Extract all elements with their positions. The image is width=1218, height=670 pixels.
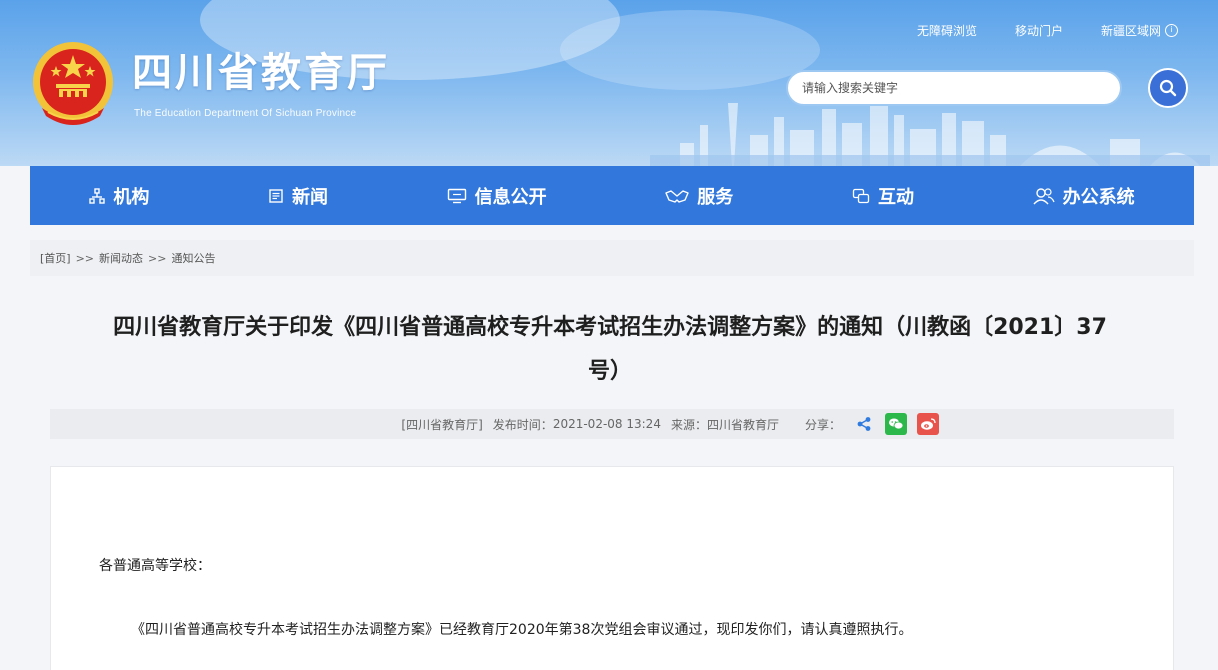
article-salutation: 各普通高等学校： <box>99 558 211 574</box>
top-links: 无障碍浏览 移动门户 新疆区域网 i <box>917 22 1178 39</box>
info-circle-icon: i <box>1165 24 1178 37</box>
meta-publish-time: 2021-02-08 13:24 <box>552 417 661 431</box>
breadcrumb-news[interactable]: 新闻动态 <box>99 250 143 266</box>
nav-item-label: 机构 <box>113 186 150 208</box>
meta-origin: 四川省教育厅 <box>706 417 779 432</box>
national-emblem-logo <box>33 42 113 125</box>
users-icon <box>1033 187 1055 204</box>
search-icon <box>1159 79 1177 97</box>
handshake-icon <box>665 189 689 203</box>
site-title: 四川省教育厅 <box>132 50 390 96</box>
nav-item-interact[interactable]: 互动 <box>842 177 924 215</box>
nav-item-news[interactable]: 新闻 <box>258 177 338 215</box>
share-wechat-button[interactable] <box>885 413 907 435</box>
breadcrumb-home[interactable]: [首页] <box>40 250 71 266</box>
article-title-line: 号） <box>587 359 632 384</box>
meta-publish-label: 发布时间： <box>492 417 553 432</box>
nav-item-label: 服务 <box>697 186 734 208</box>
nav-item-org[interactable]: 机构 <box>79 177 159 215</box>
share-generic-button[interactable] <box>853 413 875 435</box>
top-link-label: 无障碍浏览 <box>916 24 977 38</box>
article-title: 四川省教育厅关于印发《四川省普通高校专升本考试招生办法调整方案》的通知（川教函〔… <box>60 306 1160 394</box>
nav-item-label: 互动 <box>877 186 914 208</box>
article-paragraph: 《四川省普通高校专升本考试招生办法调整方案》已经教育厅2020年第38次党组会审… <box>131 622 913 638</box>
article-meta-bar: [四川省教育厅] 发布时间： 2021-02-08 13:24 来源： 四川省教… <box>50 409 1174 439</box>
cloud-decoration <box>560 10 820 90</box>
top-link-label: 新疆区域网 <box>1100 24 1161 38</box>
share-label: 分享： <box>804 417 841 432</box>
article-content: 各普通高等学校： 《四川省普通高校专升本考试招生办法调整方案》已经教育厅2020… <box>50 466 1174 670</box>
search-box <box>786 70 1122 106</box>
wechat-icon <box>889 418 904 430</box>
share-weibo-button[interactable] <box>917 413 939 435</box>
top-link-label: 移动门户 <box>1014 24 1063 38</box>
weibo-icon <box>921 418 936 430</box>
chat-icon <box>852 188 870 203</box>
main-nav: 机构 新闻 信息公开 服务 互动 办公系统 <box>30 166 1194 225</box>
breadcrumb: [首页] >> 新闻动态 >> 通知公告 <box>30 240 1194 276</box>
breadcrumb-separator: >> <box>148 251 167 265</box>
breadcrumb-separator: >> <box>75 251 95 265</box>
search-input[interactable] <box>786 70 1122 106</box>
nav-item-label: 新闻 <box>291 186 328 208</box>
nav-item-office-system[interactable]: 办公系统 <box>1023 177 1145 215</box>
meta-source-tag: [四川省教育厅] <box>401 417 483 432</box>
article-title-line: 四川省教育厅关于印发《四川省普通高校专升本考试招生办法调整方案》的通知（川教函〔… <box>113 315 1107 340</box>
page: 四川省教育厅 The Education Department Of Sichu… <box>0 0 1218 670</box>
news-icon <box>269 188 283 203</box>
region-site-link[interactable]: 新疆区域网 i <box>1101 22 1178 39</box>
nav-item-info-public[interactable]: 信息公开 <box>437 177 557 215</box>
monitor-icon <box>447 188 466 203</box>
site-header: 四川省教育厅 The Education Department Of Sichu… <box>0 0 1218 166</box>
share-icon <box>857 417 871 431</box>
org-icon <box>89 187 106 204</box>
meta-origin-label: 来源： <box>670 417 707 432</box>
search-button[interactable] <box>1148 68 1188 108</box>
nav-item-service[interactable]: 服务 <box>655 177 743 215</box>
breadcrumb-notice[interactable]: 通知公告 <box>171 250 215 266</box>
nav-item-label: 信息公开 <box>474 186 547 208</box>
mobile-portal-link[interactable]: 移动门户 <box>1015 22 1063 39</box>
nav-item-label: 办公系统 <box>1062 186 1135 208</box>
accessibility-link[interactable]: 无障碍浏览 <box>917 22 977 39</box>
site-subtitle: The Education Department Of Sichuan Prov… <box>134 108 357 119</box>
